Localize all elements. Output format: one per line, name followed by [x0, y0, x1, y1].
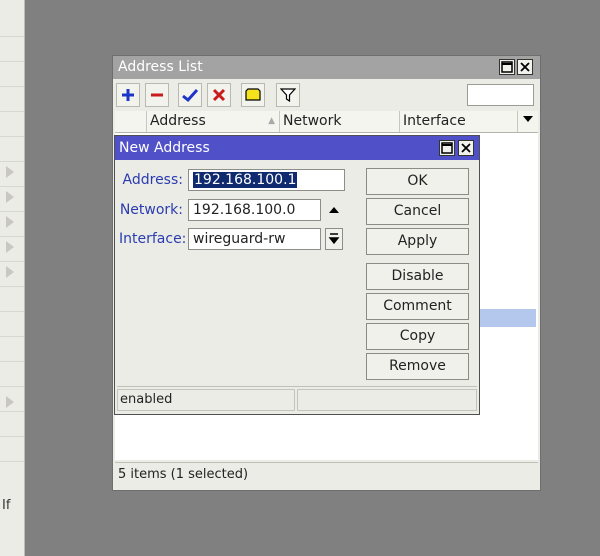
dropdown-button[interactable]: [325, 228, 343, 250]
address-field[interactable]: 192.168.100.1: [188, 169, 345, 191]
status-cell: [297, 389, 477, 411]
table-row[interactable]: [479, 309, 536, 327]
expand-arrow-icon[interactable]: [6, 166, 14, 178]
address-list-titlebar[interactable]: Address List: [113, 56, 540, 79]
disable-button[interactable]: Disable: [366, 263, 469, 290]
expand-arrow-icon[interactable]: [6, 241, 14, 253]
status-text: enabled: [117, 389, 295, 411]
expand-arrow-icon[interactable]: [6, 266, 14, 278]
chevron-down-icon: [328, 233, 340, 245]
filter-icon: [280, 88, 296, 103]
add-button[interactable]: [116, 83, 140, 107]
find-input[interactable]: [467, 84, 534, 106]
status-bar: 5 items (1 selected): [115, 462, 538, 486]
toolbar: [113, 80, 540, 110]
comment-button[interactable]: Comment: [366, 293, 469, 320]
interface-select[interactable]: wireguard-rw: [188, 228, 321, 250]
cancel-button[interactable]: Cancel: [366, 198, 469, 225]
note-icon: [245, 88, 261, 101]
new-address-titlebar[interactable]: New Address: [115, 136, 479, 160]
collapse-arrow-icon[interactable]: [326, 202, 342, 218]
ok-button[interactable]: OK: [366, 168, 469, 195]
column-header-address[interactable]: Address ▲: [146, 111, 279, 132]
maximize-icon[interactable]: [499, 59, 515, 75]
x-icon: [212, 88, 226, 102]
close-icon[interactable]: [458, 140, 474, 156]
remove-button[interactable]: Remove: [366, 353, 469, 380]
disable-button[interactable]: [207, 83, 231, 107]
remove-button[interactable]: [145, 83, 169, 107]
column-header-network[interactable]: Network: [279, 111, 399, 132]
new-address-dialog: New Address Address: 192.168.100.1 Netwo…: [114, 135, 480, 415]
column-menu-button[interactable]: [517, 111, 538, 132]
close-icon[interactable]: [517, 59, 533, 75]
column-header-interface[interactable]: Interface: [399, 111, 517, 132]
dialog-title: New Address: [119, 140, 210, 156]
chevron-down-icon: [523, 116, 533, 122]
network-field[interactable]: 192.168.100.0: [188, 199, 321, 221]
window-title: Address List: [118, 59, 203, 75]
filter-button[interactable]: [276, 83, 300, 107]
interface-label: Interface:: [119, 231, 187, 247]
maximize-icon[interactable]: [439, 140, 455, 156]
sort-arrow-icon: ▲: [268, 116, 275, 126]
enable-button[interactable]: [178, 83, 202, 107]
table-header: Address ▲ Network Interface: [115, 111, 538, 133]
expand-arrow-icon[interactable]: [6, 191, 14, 203]
sidebar-partial-label[interactable]: If: [2, 498, 10, 513]
dialog-status-bar: enabled: [117, 386, 477, 412]
network-label: Network:: [119, 202, 183, 218]
expand-arrow-icon[interactable]: [6, 216, 14, 228]
address-label: Address:: [122, 172, 183, 188]
remove-icon: [151, 93, 163, 97]
expand-arrow-icon[interactable]: [6, 396, 14, 408]
copy-button[interactable]: Copy: [366, 323, 469, 350]
add-icon: [122, 89, 134, 101]
apply-button[interactable]: Apply: [366, 228, 469, 255]
check-icon: [182, 88, 199, 103]
comment-button[interactable]: [241, 83, 265, 107]
left-sidebar: If: [0, 0, 25, 556]
